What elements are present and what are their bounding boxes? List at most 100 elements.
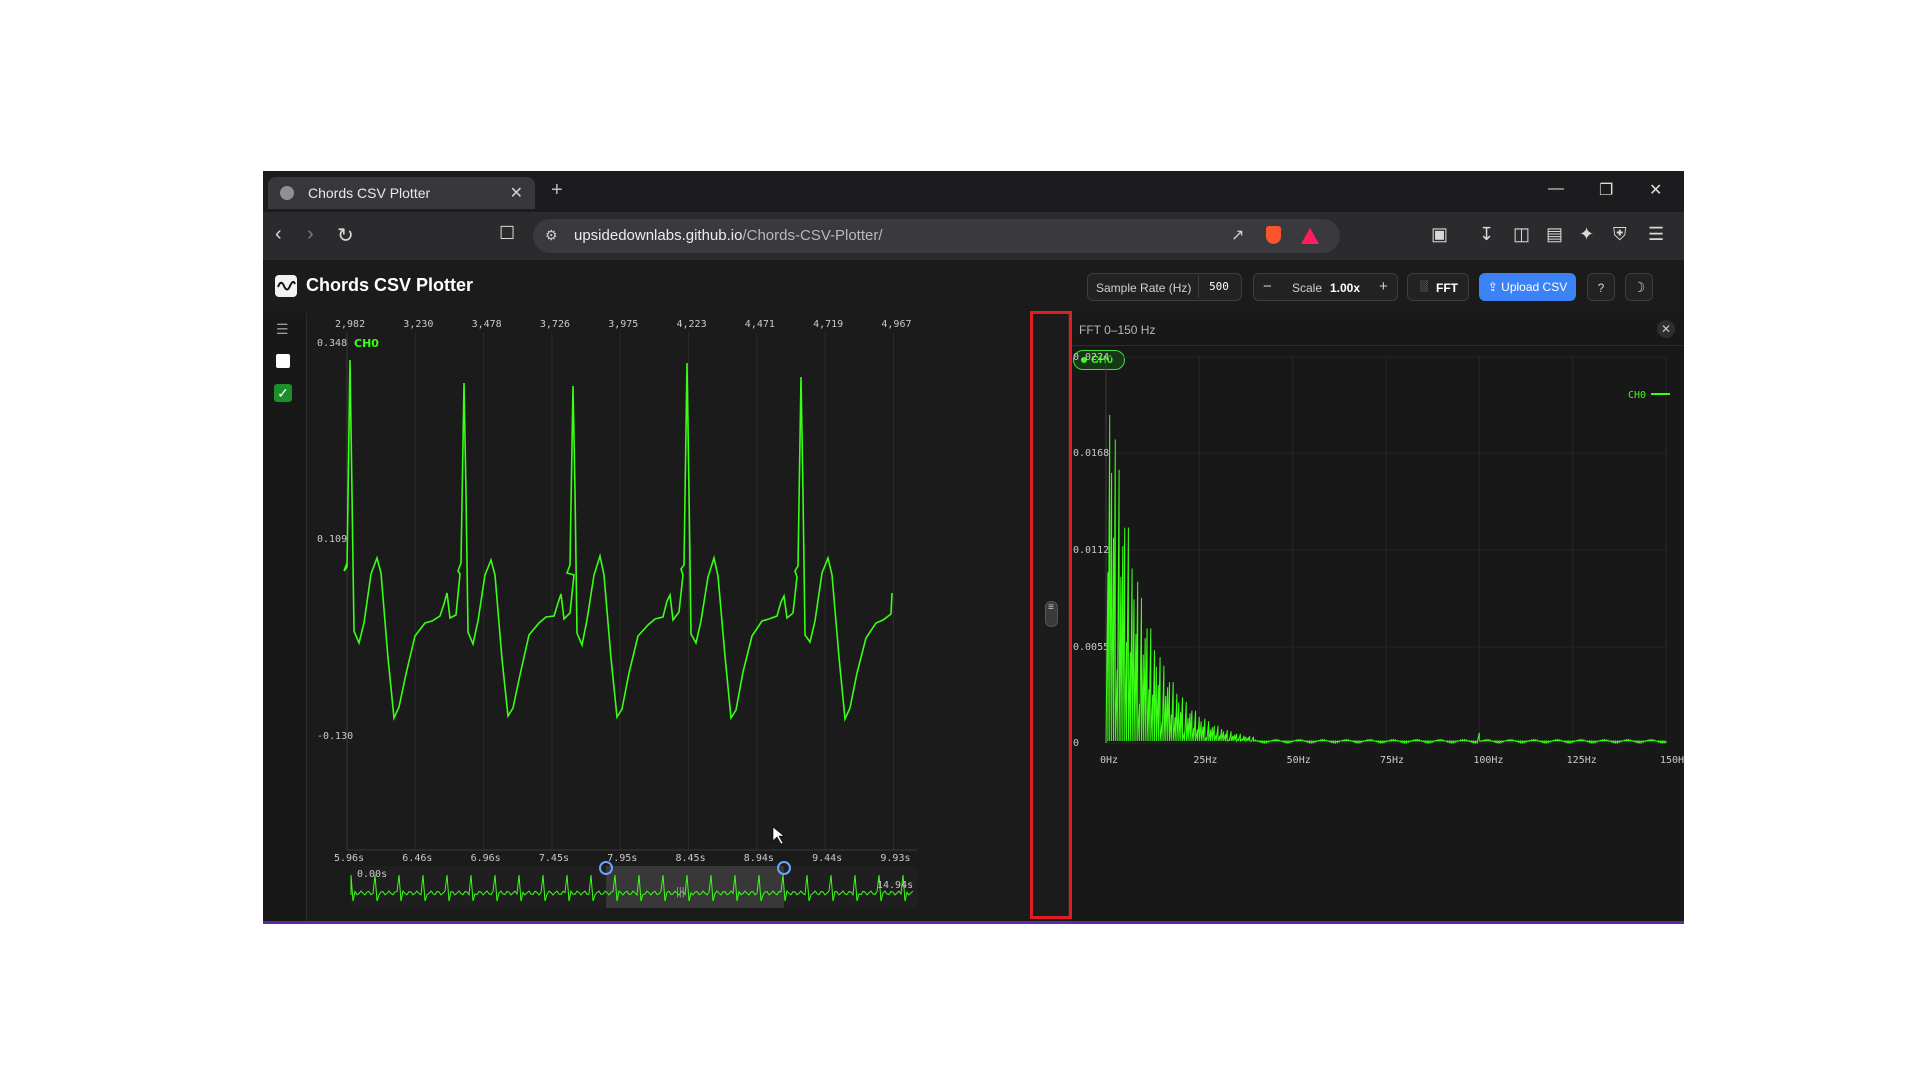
app-header: Chords CSV Plotter Sample Rate (Hz) 500 … (263, 260, 1684, 313)
upload-csv-button[interactable]: ⇪ Upload CSV (1479, 273, 1576, 301)
forward-icon[interactable]: › (307, 223, 314, 246)
leo-ai-icon[interactable]: ✦ (1579, 224, 1594, 245)
scale-control: − Scale 1.00x + (1253, 273, 1398, 301)
top-tick-label: 4,719 (813, 319, 843, 330)
fft-button-label: FFT (1436, 281, 1458, 295)
y-tick-label: 0.109 (317, 534, 347, 545)
upload-icon: ⇪ (1487, 280, 1502, 294)
scale-increase-button[interactable]: + (1379, 278, 1388, 295)
restore-icon[interactable]: ❐ (1599, 180, 1613, 200)
navigator-end-label: 14.94s (877, 880, 913, 891)
fft-plot-svg: 0.02240.01680.01120.005590 0Hz 25Hz 50Hz 75… (1073, 352, 1684, 766)
channel-checkbox-unchecked[interactable] (276, 354, 290, 368)
theme-toggle-button[interactable]: ☽ (1625, 273, 1653, 301)
moon-icon: ☽ (1632, 279, 1646, 295)
top-tick-label: 4,223 (677, 319, 707, 330)
bottom-tick-label: 6.46s (402, 853, 432, 864)
close-tab-button[interactable]: ✕ (510, 183, 523, 203)
channel-checkbox-checked[interactable]: ✓ (274, 384, 292, 402)
bottom-tick-label: 9.44s (812, 853, 842, 864)
sample-rate-label: Sample Rate (Hz) (1096, 281, 1192, 295)
top-tick-label: 4,967 (881, 319, 911, 330)
fft-panel: FFT 0–150 Hz ✕ CH0 0.0224 0.0168 0.0112 0.0… (1068, 313, 1684, 923)
fft-x-tick-label: 50Hz (1287, 755, 1311, 766)
browser-window: Chords CSV Plotter ✕ + — ❐ ✕ ‹ › ↻ ☐ ⚙ u… (263, 171, 1684, 924)
help-label: ? (1597, 281, 1605, 295)
bottom-tick-label: 5.96s (334, 853, 364, 864)
channel-rail: ☰ ✓ (263, 313, 307, 923)
fft-y-tick-label: 0 (1073, 738, 1079, 749)
globe-icon (280, 186, 294, 200)
splitter-handle[interactable]: ≡ (1045, 601, 1058, 627)
tab-title: Chords CSV Plotter (308, 185, 431, 201)
url-host: upsidedownlabs.github.io (574, 227, 743, 244)
channel-label: CH0 (354, 337, 379, 350)
time-domain-plot[interactable]: 2,982 3,230 3,478 3,726 3,975 4,223 4,471 4,719… (307, 313, 919, 923)
top-tick-label: 3,975 (608, 319, 638, 330)
top-tick-label: 2,982 (335, 319, 365, 330)
fft-button[interactable]: ░ FFT (1407, 273, 1469, 301)
back-icon[interactable]: ‹ (275, 223, 282, 246)
sample-rate-input[interactable]: 500 (1198, 276, 1239, 298)
site-settings-icon[interactable]: ⚙ (545, 227, 558, 244)
time-plot-svg: 2,982 3,230 3,478 3,726 3,975 4,223 4,471 4,719… (317, 319, 917, 908)
bottom-tick-label: 9.93s (880, 853, 910, 864)
share-icon[interactable]: ↗ (1231, 225, 1244, 245)
bottom-tick-label: 8.45s (676, 853, 706, 864)
navigation-bar: ‹ › ↻ ☐ ⚙ upsidedownlabs.github.io/Chord… (263, 212, 1684, 260)
bookmark-icon[interactable]: ☐ (499, 223, 515, 244)
top-tick-label: 3,726 (540, 319, 570, 330)
scale-label: Scale (1292, 281, 1323, 295)
sample-rate-control: Sample Rate (Hz) 500 (1087, 273, 1242, 301)
reload-icon[interactable]: ↻ (337, 223, 354, 248)
bottom-tick-label: 7.45s (539, 853, 569, 864)
wallet-icon[interactable]: ▤ (1546, 224, 1563, 245)
scale-value: 1.00x (1330, 281, 1361, 295)
app-title: Chords CSV Plotter (306, 275, 474, 295)
minimize-icon[interactable]: — (1548, 180, 1564, 198)
top-tick-label: 3,478 (472, 319, 502, 330)
fft-y-tick-label: 0.0112 (1073, 545, 1109, 556)
taskbar-strip (263, 921, 1684, 924)
help-button[interactable]: ? (1587, 273, 1615, 301)
list-icon[interactable]: ☰ (276, 321, 289, 338)
top-tick-label: 4,471 (745, 319, 775, 330)
bottom-tick-label: 7.95s (607, 853, 637, 864)
fft-x-tick-label: 0Hz (1100, 755, 1118, 766)
wave-logo-icon (275, 275, 297, 297)
fft-y-tick-label: 0.0168 (1073, 448, 1109, 459)
brave-rewards-icon[interactable] (1301, 228, 1319, 244)
close-window-icon[interactable]: ✕ (1649, 180, 1662, 200)
screenshot-icon[interactable]: ▣ (1431, 224, 1448, 245)
bottom-tick-label: 8.94s (744, 853, 774, 864)
download-icon[interactable]: ↧ (1479, 224, 1494, 245)
bottom-tick-label: 6.96s (471, 853, 501, 864)
url-text: upsidedownlabs.github.io/Chords-CSV-Plot… (574, 227, 883, 244)
y-tick-label: 0.348 (317, 338, 347, 349)
address-bar[interactable]: ⚙ upsidedownlabs.github.io/Chords-CSV-Pl… (533, 219, 1340, 253)
fft-y-tick-label: 0.0224 (1073, 352, 1109, 363)
navigator-start-label: 0.00s (357, 869, 387, 880)
tab-bar: Chords CSV Plotter ✕ + — ❐ ✕ (263, 171, 1684, 212)
scale-decrease-button[interactable]: − (1263, 278, 1272, 295)
browser-tab[interactable]: Chords CSV Plotter ✕ (268, 177, 535, 209)
vpn-icon[interactable]: ⛨ (1613, 224, 1627, 245)
url-path: /Chords-CSV-Plotter/ (742, 227, 883, 244)
fft-x-tick-label: 75Hz (1380, 755, 1404, 766)
mouse-cursor-icon (772, 826, 785, 845)
panel-splitter[interactable] (919, 313, 949, 923)
sidebar-icon[interactable]: ◫ (1513, 224, 1530, 245)
upload-button-label: Upload CSV (1501, 280, 1568, 294)
navigator-grip-icon[interactable]: ||| (676, 886, 685, 898)
y-tick-label: -0.130 (317, 731, 353, 742)
fft-x-tick-label: 100Hz (1473, 755, 1503, 766)
top-tick-label: 3,230 (403, 319, 433, 330)
menu-icon[interactable]: ☰ (1648, 224, 1664, 245)
fft-legend-label: CH0 (1628, 390, 1646, 401)
new-tab-button[interactable]: + (551, 179, 563, 202)
fft-x-tick-label: 150Hz (1660, 755, 1684, 766)
fft-x-tick-label: 25Hz (1193, 755, 1217, 766)
fft-x-tick-label: 125Hz (1567, 755, 1597, 766)
brave-shields-icon[interactable] (1266, 226, 1281, 244)
ecg-signal-line (343, 359, 893, 723)
